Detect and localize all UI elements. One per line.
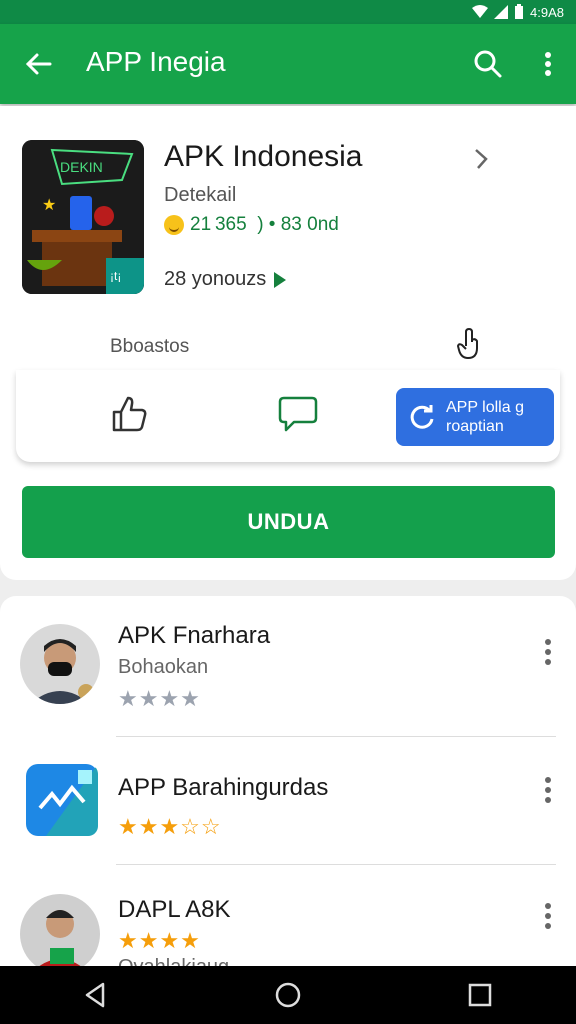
blue-button-line2: roaptian	[446, 418, 504, 435]
person-avatar	[20, 894, 100, 974]
status-time: 4:9A8	[530, 4, 564, 20]
status-bar: 4:9A8	[0, 0, 576, 24]
smile-icon	[164, 215, 184, 235]
app-bar: APP Inegia	[0, 24, 576, 104]
refresh-icon	[410, 405, 434, 429]
list-item[interactable]: APP Barahingurdas ★★★☆☆	[0, 740, 576, 870]
search-icon[interactable]	[470, 46, 506, 82]
app-name: APK Indonesia	[164, 140, 363, 173]
blue-button-line1: APP lolla g	[446, 399, 524, 416]
app-icon	[26, 764, 98, 836]
rating-stats-text: 21 365 ) • 83 0nd	[190, 214, 339, 235]
list-item-title: DAPL A8K	[118, 896, 231, 923]
download-button[interactable]: UNDUA	[22, 486, 555, 558]
nav-back-icon[interactable]	[81, 980, 111, 1010]
app-icon-badge: ¡t¡	[110, 269, 121, 283]
more-vert-icon[interactable]	[536, 636, 560, 668]
divider	[116, 864, 556, 865]
comment-icon[interactable]	[276, 392, 320, 436]
tap-hand-icon[interactable]	[452, 326, 488, 362]
rating-stats: 21 365 ) • 83 0nd	[164, 214, 339, 236]
wifi-icon	[472, 5, 489, 18]
share-chevron-icon[interactable]	[466, 144, 496, 174]
downloads-text: 28 yonouzs	[164, 268, 267, 290]
system-nav-bar	[0, 966, 576, 1024]
more-vert-icon[interactable]	[530, 46, 566, 82]
signal-icon	[494, 5, 509, 19]
developer-name[interactable]: Detekail	[164, 184, 236, 207]
battery-icon	[515, 4, 524, 19]
nav-home-icon[interactable]	[273, 980, 303, 1010]
app-icon-text: DEKIN	[60, 159, 103, 175]
svg-text:★: ★	[42, 197, 56, 214]
appbar-title: APP Inegia	[86, 46, 226, 77]
blue-action-button[interactable]: APP lolla g roaptian	[396, 388, 554, 446]
list-item[interactable]: APK Fnarhara Bohaokan ★★★★	[0, 600, 576, 730]
rating-stars: ★★★☆☆	[118, 814, 222, 839]
thumbs-up-icon[interactable]	[108, 392, 152, 436]
list-item-title: APK Fnarhara	[118, 622, 271, 649]
divider	[116, 736, 556, 737]
list-item-title: APP Barahingurdas	[118, 774, 329, 801]
list-item-subtitle: Bohaokan	[118, 656, 209, 678]
rating-stars: ★★★★	[118, 686, 201, 711]
nav-recents-icon[interactable]	[465, 980, 495, 1010]
rating-stars: ★★★★	[118, 928, 201, 953]
more-vert-icon[interactable]	[536, 774, 560, 806]
section-label: Bboastos	[110, 336, 190, 357]
blue-button-label: APP lolla g roaptian	[446, 398, 524, 436]
person-avatar	[20, 624, 100, 704]
downloads-count: 28 yonouzs	[164, 268, 287, 291]
back-arrow-icon[interactable]	[22, 48, 54, 80]
play-icon	[274, 271, 287, 288]
more-vert-icon[interactable]	[536, 900, 560, 932]
app-icon: DEKIN ¡t¡ ★	[22, 140, 144, 294]
